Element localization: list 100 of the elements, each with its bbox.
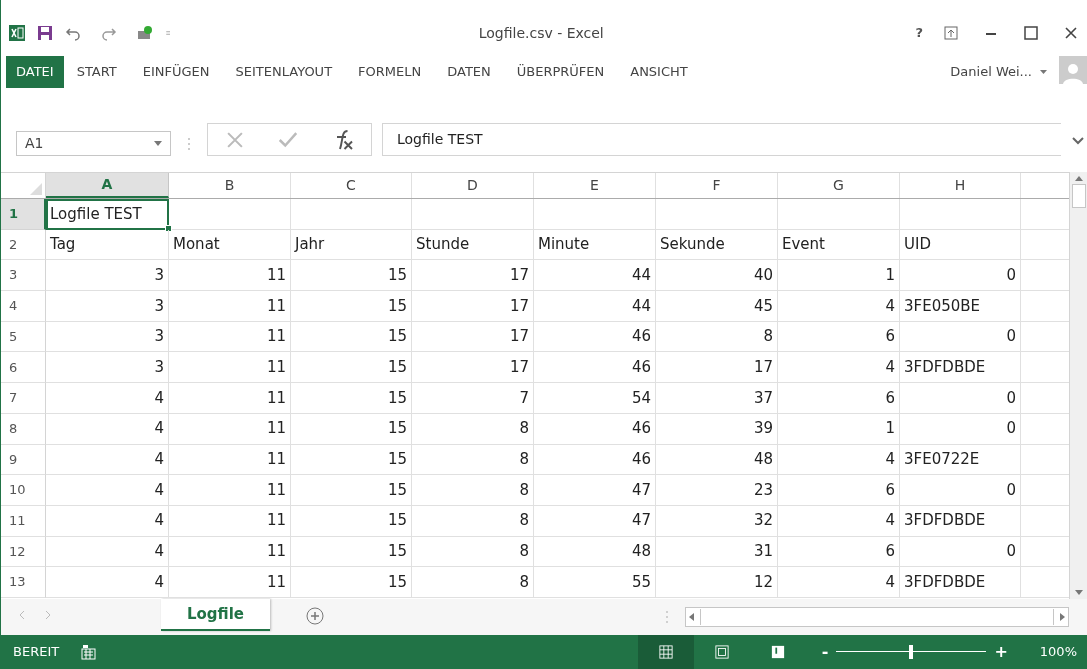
table-cell: 0 (900, 260, 1021, 292)
zoom-level[interactable]: 100% (1039, 642, 1077, 662)
zoom-in-button[interactable]: + (990, 640, 1012, 664)
table-cell: 3FDFDBDE (900, 567, 1021, 598)
add-sheet-icon[interactable] (306, 607, 325, 625)
save-icon[interactable] (37, 25, 53, 41)
page-break-icon[interactable] (770, 645, 785, 659)
column-header[interactable]: E (534, 173, 656, 198)
file-tab[interactable]: DATEI (6, 56, 64, 88)
table-cell: 8 (412, 567, 534, 598)
table-cell: 45 (656, 291, 778, 322)
row-header[interactable]: 7 (1, 383, 46, 414)
table-cell: Sekunde (656, 229, 778, 261)
table-cell: 3 (46, 321, 169, 353)
macro-record-icon[interactable] (81, 644, 98, 660)
zoom-slider-thumb[interactable] (909, 645, 914, 659)
row-header[interactable]: 4 (1, 291, 46, 322)
user-account-button[interactable]: Daniel Wei... (946, 56, 1051, 88)
table-cell: 6 (778, 536, 900, 568)
table-cell: 11 (169, 444, 291, 476)
row-header[interactable]: 13 (1, 567, 46, 598)
table-cell: 1 (778, 260, 900, 292)
table-cell: 15 (291, 475, 412, 506)
ribbon-tab[interactable]: START (63, 56, 130, 88)
ribbon-tab[interactable]: SEITENLAYOUT (222, 56, 346, 88)
redo-icon[interactable] (101, 25, 117, 41)
caret-icon (1040, 69, 1047, 75)
zoom-slider[interactable] (836, 645, 987, 659)
selected-cell[interactable]: Logfile TEST (46, 199, 169, 230)
table-cell: 11 (169, 567, 291, 598)
table-cell: 31 (656, 536, 778, 568)
row-header[interactable]: 6 (1, 352, 46, 384)
ribbon-tab[interactable]: FORMELN (345, 56, 435, 88)
scroll-left-icon[interactable] (688, 612, 696, 622)
column-header[interactable]: G (778, 173, 900, 198)
table-cell: 17 (412, 260, 534, 292)
column-header[interactable]: C (291, 173, 412, 198)
row-header[interactable]: 1 (1, 199, 46, 230)
table-cell: 48 (656, 444, 778, 476)
scroll-thumb[interactable] (1071, 184, 1086, 208)
table-cell: 15 (291, 567, 412, 598)
column-header[interactable]: D (412, 173, 534, 198)
table-cell: 8 (412, 505, 534, 537)
column-header[interactable]: A (46, 173, 169, 198)
table-cell: 15 (291, 505, 412, 537)
scroll-down-icon[interactable] (1073, 589, 1084, 597)
ribbon-tab[interactable]: ANSICHT (617, 56, 701, 88)
table-cell: UID (900, 229, 1021, 261)
column-header[interactable]: B (169, 173, 291, 198)
row-header[interactable]: 3 (1, 260, 46, 292)
ribbon-tab[interactable]: DATEN (434, 56, 504, 88)
vertical-scrollbar[interactable] (1069, 172, 1087, 599)
horizontal-scrollbar[interactable] (685, 607, 1069, 627)
table-cell: 40 (656, 260, 778, 292)
row-header[interactable]: 12 (1, 536, 46, 568)
row-header[interactable]: 8 (1, 413, 46, 445)
row-header[interactable]: 11 (1, 505, 46, 537)
expand-caret-icon[interactable] (1071, 136, 1085, 146)
row-header[interactable]: 9 (1, 444, 46, 476)
table-cell: 3FE050BE (900, 291, 1021, 322)
table-cell: 37 (656, 383, 778, 414)
grid-icon[interactable] (658, 645, 673, 659)
undo-icon[interactable] (65, 25, 81, 41)
zoom-out-button[interactable]: - (817, 640, 833, 664)
fill-handle[interactable] (165, 225, 172, 232)
column-header[interactable]: H (900, 173, 1021, 198)
table-cell: 15 (291, 444, 412, 476)
dropdown-caret-icon[interactable] (154, 141, 162, 146)
maximize-icon[interactable] (1023, 25, 1039, 41)
table-cell: 3FDFDBDE (900, 352, 1021, 384)
view-button[interactable] (637, 635, 694, 669)
column-header[interactable]: F (656, 173, 778, 198)
scroll-right-icon[interactable] (1058, 612, 1066, 622)
table-cell: 44 (534, 260, 656, 292)
table-cell: 11 (169, 413, 291, 445)
help-button[interactable]: ? (907, 23, 931, 43)
table-cell: 4 (778, 352, 900, 384)
table-cell: 11 (169, 383, 291, 414)
scroll-up-icon[interactable] (1073, 174, 1084, 182)
ribbon-tab[interactable]: EINFÜGEN (129, 56, 223, 88)
table-cell: 11 (169, 321, 291, 353)
table-cell: Monat (169, 229, 291, 261)
table-cell: 3 (46, 291, 169, 322)
excel-logo-icon[interactable] (9, 25, 25, 41)
table-cell: Minute (534, 229, 656, 261)
row-header[interactable]: 5 (1, 321, 46, 353)
drag-handle-icon[interactable] (665, 610, 669, 624)
ribbon-tab[interactable]: ÜBERPRÜFEN (503, 56, 618, 88)
page-icon[interactable] (714, 645, 729, 659)
touch-mode-icon[interactable] (137, 25, 153, 41)
sheet-tab[interactable]: Logfile (161, 599, 271, 631)
ribbon-display-icon[interactable] (943, 25, 959, 41)
row-header[interactable]: 10 (1, 475, 46, 506)
drag-handle-icon[interactable] (187, 137, 191, 151)
formula-input-field[interactable]: Logfile TEST (382, 123, 1061, 156)
close-icon[interactable] (1063, 25, 1079, 41)
name-box[interactable]: A1 (16, 131, 171, 156)
table-cell: 44 (534, 291, 656, 322)
table-cell: 4 (46, 413, 169, 445)
row-header[interactable]: 2 (1, 229, 46, 261)
